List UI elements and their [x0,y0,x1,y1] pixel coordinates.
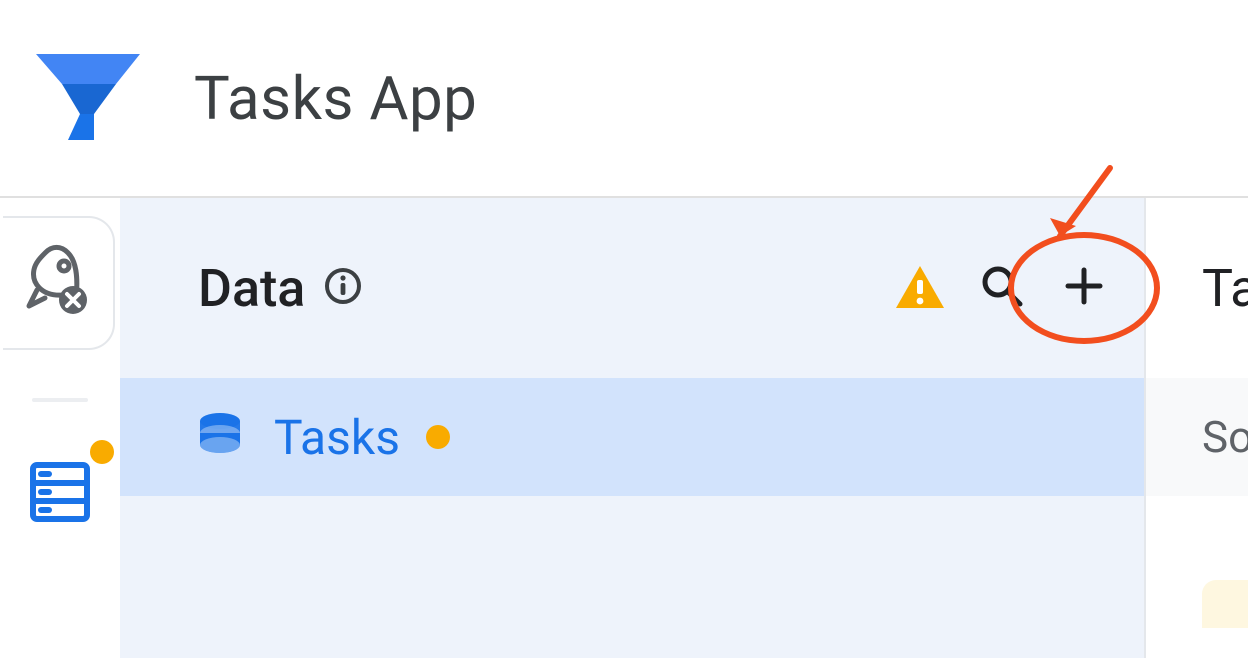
right-detail-subtitle-fragment: So [1202,411,1248,463]
table-name-label: Tasks [274,409,400,466]
data-panel-header: Data [120,198,1144,378]
add-table-button[interactable] [1052,256,1116,320]
right-detail-card-edge [1202,580,1248,628]
warning-icon[interactable] [888,256,952,320]
rocket-cancel-icon [19,242,97,324]
appsheet-logo-icon [28,40,148,156]
app-title: Tasks App [194,63,477,134]
database-stack-icon [192,407,248,467]
warning-dot-icon [90,440,114,464]
rail-item-deploy[interactable] [3,216,115,350]
data-panel-title: Data [198,258,305,319]
app-header: Tasks App [0,0,1248,198]
right-detail-panel: Ta So [1146,198,1248,658]
plus-icon [1060,262,1108,314]
data-panel-body [120,496,1144,658]
rail-divider [32,398,88,402]
database-icon [25,457,95,531]
rail-item-data[interactable] [12,446,108,542]
search-icon [978,262,1026,314]
right-detail-header: Ta [1146,198,1248,378]
right-detail-title-fragment: Ta [1202,258,1248,319]
table-row[interactable]: Tasks [120,378,1144,496]
app-brand: Tasks App [28,40,477,156]
left-nav-rail [0,198,120,658]
status-dot-icon [426,425,450,449]
info-icon[interactable] [323,266,363,310]
main-body: Data [0,198,1248,658]
search-button[interactable] [970,256,1034,320]
data-panel: Data [120,198,1146,658]
right-detail-subheader: So [1146,378,1248,496]
